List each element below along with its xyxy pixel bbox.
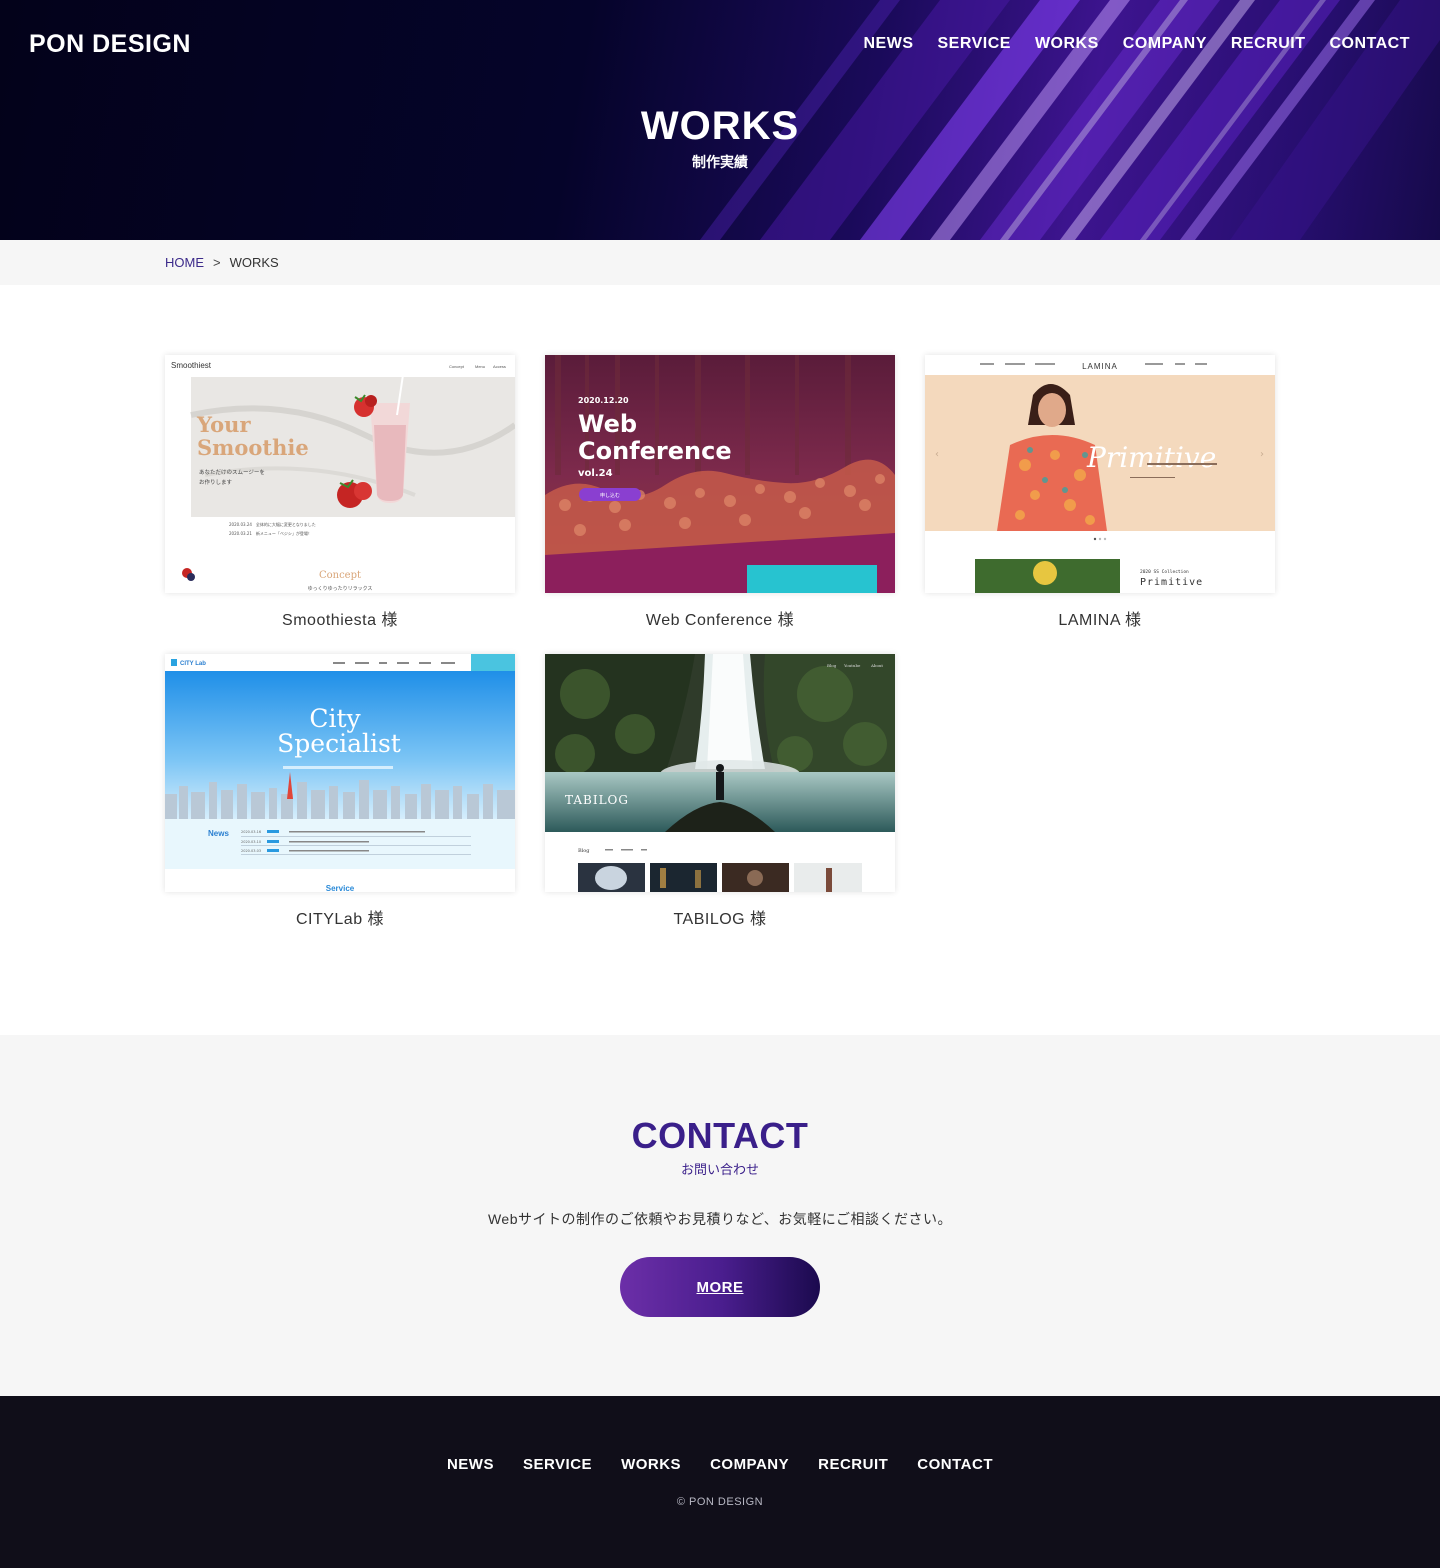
thumb-news-date: 2020.03.16 xyxy=(241,830,261,834)
thumb-section-sub: ゆっくりゆったりリラックス xyxy=(308,586,373,592)
contact-subtitle: お問い合わせ xyxy=(680,1162,759,1177)
work-card-smoothiesta[interactable]: Smoothiest Concept Menu Access Your Smoo… xyxy=(165,355,515,630)
thumb-section: Blog xyxy=(578,848,590,854)
footer-nav-contact[interactable]: CONTACT xyxy=(917,1456,993,1473)
footer-nav-company[interactable]: COMPANY xyxy=(710,1456,789,1473)
work-caption[interactable]: Web Conference 様 xyxy=(545,606,895,630)
work-thumbnail[interactable]: Smoothiest Concept Menu Access Your Smoo… xyxy=(165,355,515,593)
site-footer: NEWS SERVICE WORKS COMPANY RECRUIT CONTA… xyxy=(0,1396,1440,1568)
thumb-nav-item: Blog xyxy=(827,663,837,668)
thumb-headline: Your xyxy=(196,412,251,437)
more-button[interactable]: MORE xyxy=(620,1257,820,1317)
global-nav: NEWS SERVICE WORKS COMPANY RECRUIT CONTA… xyxy=(863,35,1410,53)
arrow-left-icon[interactable]: ‹ xyxy=(935,449,939,460)
breadcrumb-current: WORKS xyxy=(229,255,279,270)
thumb-tag: Primitive xyxy=(1140,577,1203,588)
thumb-brand: CITY Lab xyxy=(180,661,206,667)
nav-recruit[interactable]: RECRUIT xyxy=(1231,35,1306,53)
work-thumbnail[interactable]: CITY Lab City Specialist News 2020.03.16… xyxy=(165,654,515,892)
work-caption[interactable]: Smoothiesta 様 xyxy=(165,606,515,630)
thumb-section: Service xyxy=(326,884,355,892)
thumb-date: 2020.12.20 xyxy=(578,396,629,405)
thumb-nav-item: Menu xyxy=(475,364,485,369)
work-card-lamina[interactable]: LAMINA Primitive ‹ › 2020 SS Collection … xyxy=(925,355,1275,630)
copyright: © PON DESIGN xyxy=(676,1496,764,1508)
work-card-citylab[interactable]: CITY Lab City Specialist News 2020.03.16… xyxy=(165,654,515,929)
breadcrumb-home[interactable]: HOME xyxy=(165,255,204,270)
work-card-tabilog[interactable]: TABILOG Blog Youtube About Blog TABILOG … xyxy=(545,654,895,929)
nav-contact[interactable]: CONTACT xyxy=(1329,35,1410,53)
thumb-news: 2020.03.24 全体的に大幅に変更となりました xyxy=(229,521,316,527)
thumb-tagline: あなただけのスムージーを xyxy=(199,469,265,476)
thumb-headline: Smoothie xyxy=(197,435,309,460)
work-caption[interactable]: TABILOG 様 xyxy=(545,905,895,929)
thumb-section: Concept xyxy=(319,570,361,581)
nav-works[interactable]: WORKS xyxy=(1035,35,1099,53)
thumb-brand: TABILOG xyxy=(565,793,629,807)
thumb-vol: vol.24 xyxy=(578,468,613,479)
nav-service[interactable]: SERVICE xyxy=(937,35,1010,53)
contact-message: Webサイトの制作のご依頼やお見積りなど、お気軽にご相談ください。 xyxy=(487,1211,953,1227)
thumb-headline: Web xyxy=(578,410,637,438)
contact-section: CONTACT お問い合わせ Webサイトの制作のご依頼やお見積りなど、お気軽に… xyxy=(0,1035,1440,1396)
thumb-tagline: お作りします xyxy=(199,478,233,486)
thumb-headline: Specialist xyxy=(277,729,401,758)
thumb-brand: LAMINA xyxy=(1082,362,1118,371)
thumb-nav-item: About xyxy=(870,663,883,668)
thumb-button: 申し込む xyxy=(600,492,620,499)
work-thumbnail[interactable]: LAMINA Primitive ‹ › 2020 SS Collection … xyxy=(925,355,1275,593)
breadcrumb-separator: > xyxy=(213,255,221,270)
thumb-news: 2020.03.21 新メニュー「ベジシ」が登場！ xyxy=(229,530,312,536)
work-thumbnail[interactable]: 2020.12.20 Web Conference vol.24 申し込む xyxy=(545,355,895,593)
thumb-news-title: News xyxy=(208,829,229,838)
work-caption[interactable]: LAMINA 様 xyxy=(925,606,1275,630)
thumb-news-date: 2020.03.03 xyxy=(241,849,261,853)
thumb-brand: Smoothiest xyxy=(171,361,212,370)
thumb-nav-item: Access xyxy=(493,364,506,369)
thumb-news-date: 2020.03.10 xyxy=(241,840,261,844)
contact-title: CONTACT xyxy=(631,1115,809,1156)
work-card-web-conference[interactable]: 2020.12.20 Web Conference vol.24 申し込む We… xyxy=(545,355,895,630)
footer-nav-news[interactable]: NEWS xyxy=(447,1456,494,1473)
page-subtitle: 制作実績 xyxy=(692,154,748,170)
thumb-tag-sub: 2020 SS Collection xyxy=(1140,569,1189,575)
work-caption[interactable]: CITYLab 様 xyxy=(165,905,515,929)
hero-header: PON DESIGN NEWS SERVICE WORKS COMPANY RE… xyxy=(0,0,1440,240)
breadcrumb: HOME > WORKS xyxy=(0,240,1440,285)
footer-nav: NEWS SERVICE WORKS COMPANY RECRUIT CONTA… xyxy=(0,1456,1440,1473)
footer-nav-service[interactable]: SERVICE xyxy=(523,1456,592,1473)
work-thumbnail[interactable]: TABILOG Blog Youtube About Blog xyxy=(545,654,895,892)
thumb-headline: Conference xyxy=(578,437,732,465)
thumb-nav-item: Concept xyxy=(449,364,465,369)
footer-nav-works[interactable]: WORKS xyxy=(621,1456,681,1473)
site-logo[interactable]: PON DESIGN xyxy=(29,30,191,59)
thumb-nav-item: Youtube xyxy=(843,663,861,668)
page-title: WORKS xyxy=(640,104,800,148)
footer-nav-recruit[interactable]: RECRUIT xyxy=(818,1456,888,1473)
nav-company[interactable]: COMPANY xyxy=(1123,35,1207,53)
thumb-headline: Primitive xyxy=(1086,441,1216,474)
nav-news[interactable]: NEWS xyxy=(863,35,913,53)
arrow-right-icon[interactable]: › xyxy=(1260,449,1264,460)
